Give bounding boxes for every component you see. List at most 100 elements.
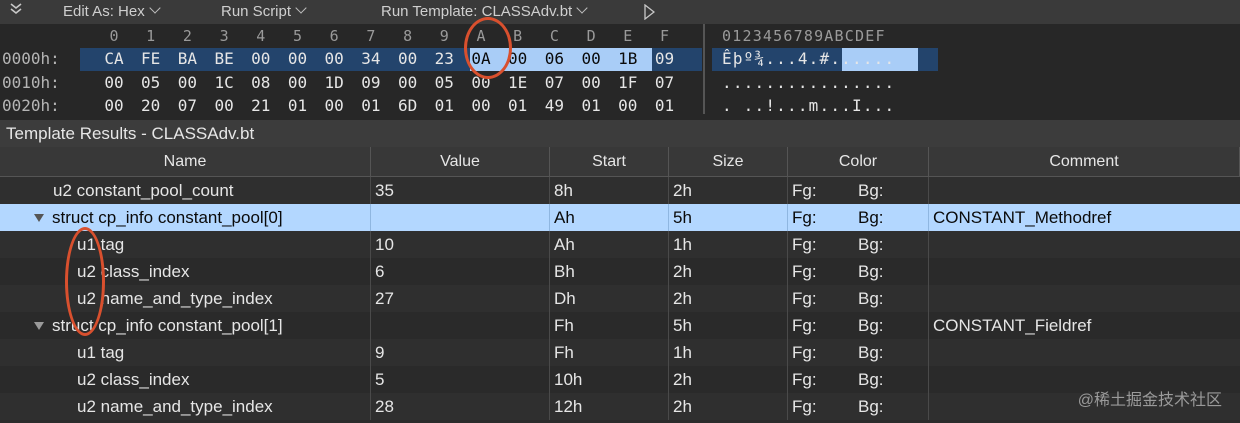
table-row[interactable]: u1 tag 9 Fh 1h Fg: Bg: — [0, 339, 1240, 366]
hex-byte[interactable]: 06 — [537, 49, 571, 68]
hex-byte[interactable]: 00 — [281, 73, 315, 92]
table-row[interactable]: u2 class_index 6 Bh 2h Fg: Bg: — [0, 258, 1240, 285]
hex-byte[interactable]: 01 — [427, 96, 461, 115]
hex-byte[interactable]: 20 — [134, 96, 168, 115]
hex-column-header: F — [659, 27, 670, 45]
ascii-row[interactable]: ................ — [722, 73, 895, 92]
hex-byte[interactable]: BE — [207, 49, 241, 68]
hex-column-header: B — [513, 27, 523, 45]
hex-column-header: 2 — [182, 27, 192, 45]
table-row[interactable]: struct cp_info constant_pool[0] Ah 5h Fg: Bg… — [0, 204, 1240, 231]
hex-byte[interactable]: 00 — [317, 49, 351, 68]
row-value: 10 — [371, 231, 550, 258]
hex-byte[interactable]: 00 — [501, 49, 535, 68]
edit-as-menu[interactable]: Edit As: Hex — [63, 2, 161, 20]
hex-byte[interactable]: 01 — [281, 96, 315, 115]
table-row[interactable]: u2 name_and_type_index 27 Dh 2h Fg: Bg: — [0, 285, 1240, 312]
hex-byte[interactable]: 00 — [207, 96, 241, 115]
hex-byte[interactable]: 07 — [170, 96, 204, 115]
hex-byte[interactable]: 01 — [354, 96, 388, 115]
row-color[interactable]: Fg: Bg: — [788, 258, 929, 285]
row-name: u2 class_index — [77, 262, 190, 281]
hex-byte[interactable]: 1B — [611, 49, 645, 68]
table-row[interactable]: struct cp_info constant_pool[1] Fh 5h Fg: Bg… — [0, 312, 1240, 339]
disclosure-triangle-icon[interactable] — [34, 322, 44, 330]
row-color[interactable]: Fg: Bg: — [788, 204, 929, 231]
hex-byte[interactable]: 21 — [244, 96, 278, 115]
column-header-size[interactable]: Size — [669, 147, 788, 176]
hex-byte[interactable]: 00 — [170, 73, 204, 92]
ascii-row[interactable]: . ..!...m...I... — [722, 96, 895, 115]
hex-byte[interactable]: 34 — [354, 49, 388, 68]
table-row[interactable]: u2 name_and_type_index 28 12h 2h Fg: Bg: — [0, 393, 1240, 420]
fg-label: Fg: — [792, 235, 817, 254]
hex-column-header: 9 — [439, 27, 449, 45]
template-results-title: Template Results - CLASSAdv.bt — [6, 124, 255, 143]
hex-byte[interactable]: 01 — [501, 96, 535, 115]
row-color[interactable]: Fg: Bg: — [788, 312, 929, 339]
hex-byte[interactable]: 00 — [464, 73, 498, 92]
hex-byte[interactable]: CA — [97, 49, 131, 68]
row-color[interactable]: Fg: Bg: — [788, 339, 929, 366]
hex-byte[interactable]: 6D — [391, 96, 425, 115]
hex-byte[interactable]: 09 — [648, 49, 682, 68]
column-header-comment[interactable]: Comment — [929, 147, 1240, 176]
column-header-value[interactable]: Value — [371, 147, 550, 176]
hex-byte[interactable]: 00 — [391, 73, 425, 92]
run-script-menu[interactable]: Run Script — [221, 2, 307, 20]
hex-byte[interactable]: 1C — [207, 73, 241, 92]
row-color[interactable]: Fg: Bg: — [788, 366, 929, 393]
hex-byte[interactable]: 00 — [97, 73, 131, 92]
fg-label: Fg: — [792, 181, 817, 200]
column-header-name[interactable]: Name — [0, 147, 371, 176]
hex-byte[interactable]: 1D — [317, 73, 351, 92]
hex-byte[interactable]: 00 — [281, 49, 315, 68]
row-start: Fh — [550, 312, 669, 339]
disclosure-triangle-icon[interactable] — [34, 214, 44, 222]
hex-byte[interactable]: 01 — [574, 96, 608, 115]
chevron-down-icon — [576, 2, 588, 14]
hex-byte[interactable]: 00 — [464, 96, 498, 115]
ascii-row[interactable]: Êþº¾...4.#...... — [722, 49, 895, 68]
row-color[interactable]: Fg: Bg: — [788, 285, 929, 312]
table-row[interactable]: u2 class_index 5 10h 2h Fg: Bg: — [0, 366, 1240, 393]
hex-byte[interactable]: 07 — [537, 73, 571, 92]
hex-byte[interactable]: 23 — [427, 49, 461, 68]
hex-byte[interactable]: 01 — [648, 96, 682, 115]
hex-row-offset: 0010h: — [2, 72, 60, 92]
hex-byte[interactable]: 08 — [244, 73, 278, 92]
hex-byte[interactable]: BA — [170, 49, 204, 68]
row-color[interactable]: Fg: Bg: — [788, 393, 929, 420]
column-header-color[interactable]: Color — [788, 147, 929, 176]
hex-byte[interactable]: 00 — [574, 73, 608, 92]
hex-byte[interactable]: 00 — [97, 96, 131, 115]
hex-byte[interactable]: 00 — [244, 49, 278, 68]
name-cell: struct cp_info constant_pool[0] — [0, 204, 371, 231]
hex-byte[interactable]: 00 — [317, 96, 351, 115]
row-color[interactable]: Fg: Bg: — [788, 231, 929, 258]
hex-editor[interactable]: 0 1 2 3 4 5 6 7 8 9 A B C D E F 0123456789ABCDEF 0000h: C… — [0, 24, 1240, 120]
table-row[interactable]: u1 tag 10 Ah 1h Fg: Bg: — [0, 231, 1240, 258]
table-row[interactable]: u2 constant_pool_count 35 8h 2h Fg: Bg: — [0, 177, 1240, 204]
hex-byte[interactable]: 05 — [134, 73, 168, 92]
hex-byte[interactable]: 00 — [391, 49, 425, 68]
hex-byte[interactable]: 0A — [464, 49, 498, 68]
hex-column-header: 3 — [219, 27, 229, 45]
hex-byte[interactable]: 09 — [354, 73, 388, 92]
hex-byte[interactable]: 1E — [501, 73, 535, 92]
row-color[interactable]: Fg: Bg: — [788, 177, 929, 204]
run-template-menu[interactable]: Run Template: CLASSAdv.bt — [381, 2, 588, 20]
run-play-icon[interactable] — [643, 3, 656, 24]
row-value: 6 — [371, 258, 550, 285]
row-name: u2 class_index — [77, 370, 190, 389]
hex-byte[interactable]: 00 — [611, 96, 645, 115]
hex-byte[interactable]: 1F — [611, 73, 645, 92]
column-header-start[interactable]: Start — [550, 147, 669, 176]
edit-as-label: Edit As: Hex — [63, 3, 145, 20]
hex-byte[interactable]: 49 — [537, 96, 571, 115]
hex-byte[interactable]: 00 — [574, 49, 608, 68]
collapse-icon[interactable] — [10, 2, 22, 20]
hex-byte[interactable]: 07 — [648, 73, 682, 92]
hex-byte[interactable]: 05 — [427, 73, 461, 92]
hex-byte[interactable]: FE — [134, 49, 168, 68]
